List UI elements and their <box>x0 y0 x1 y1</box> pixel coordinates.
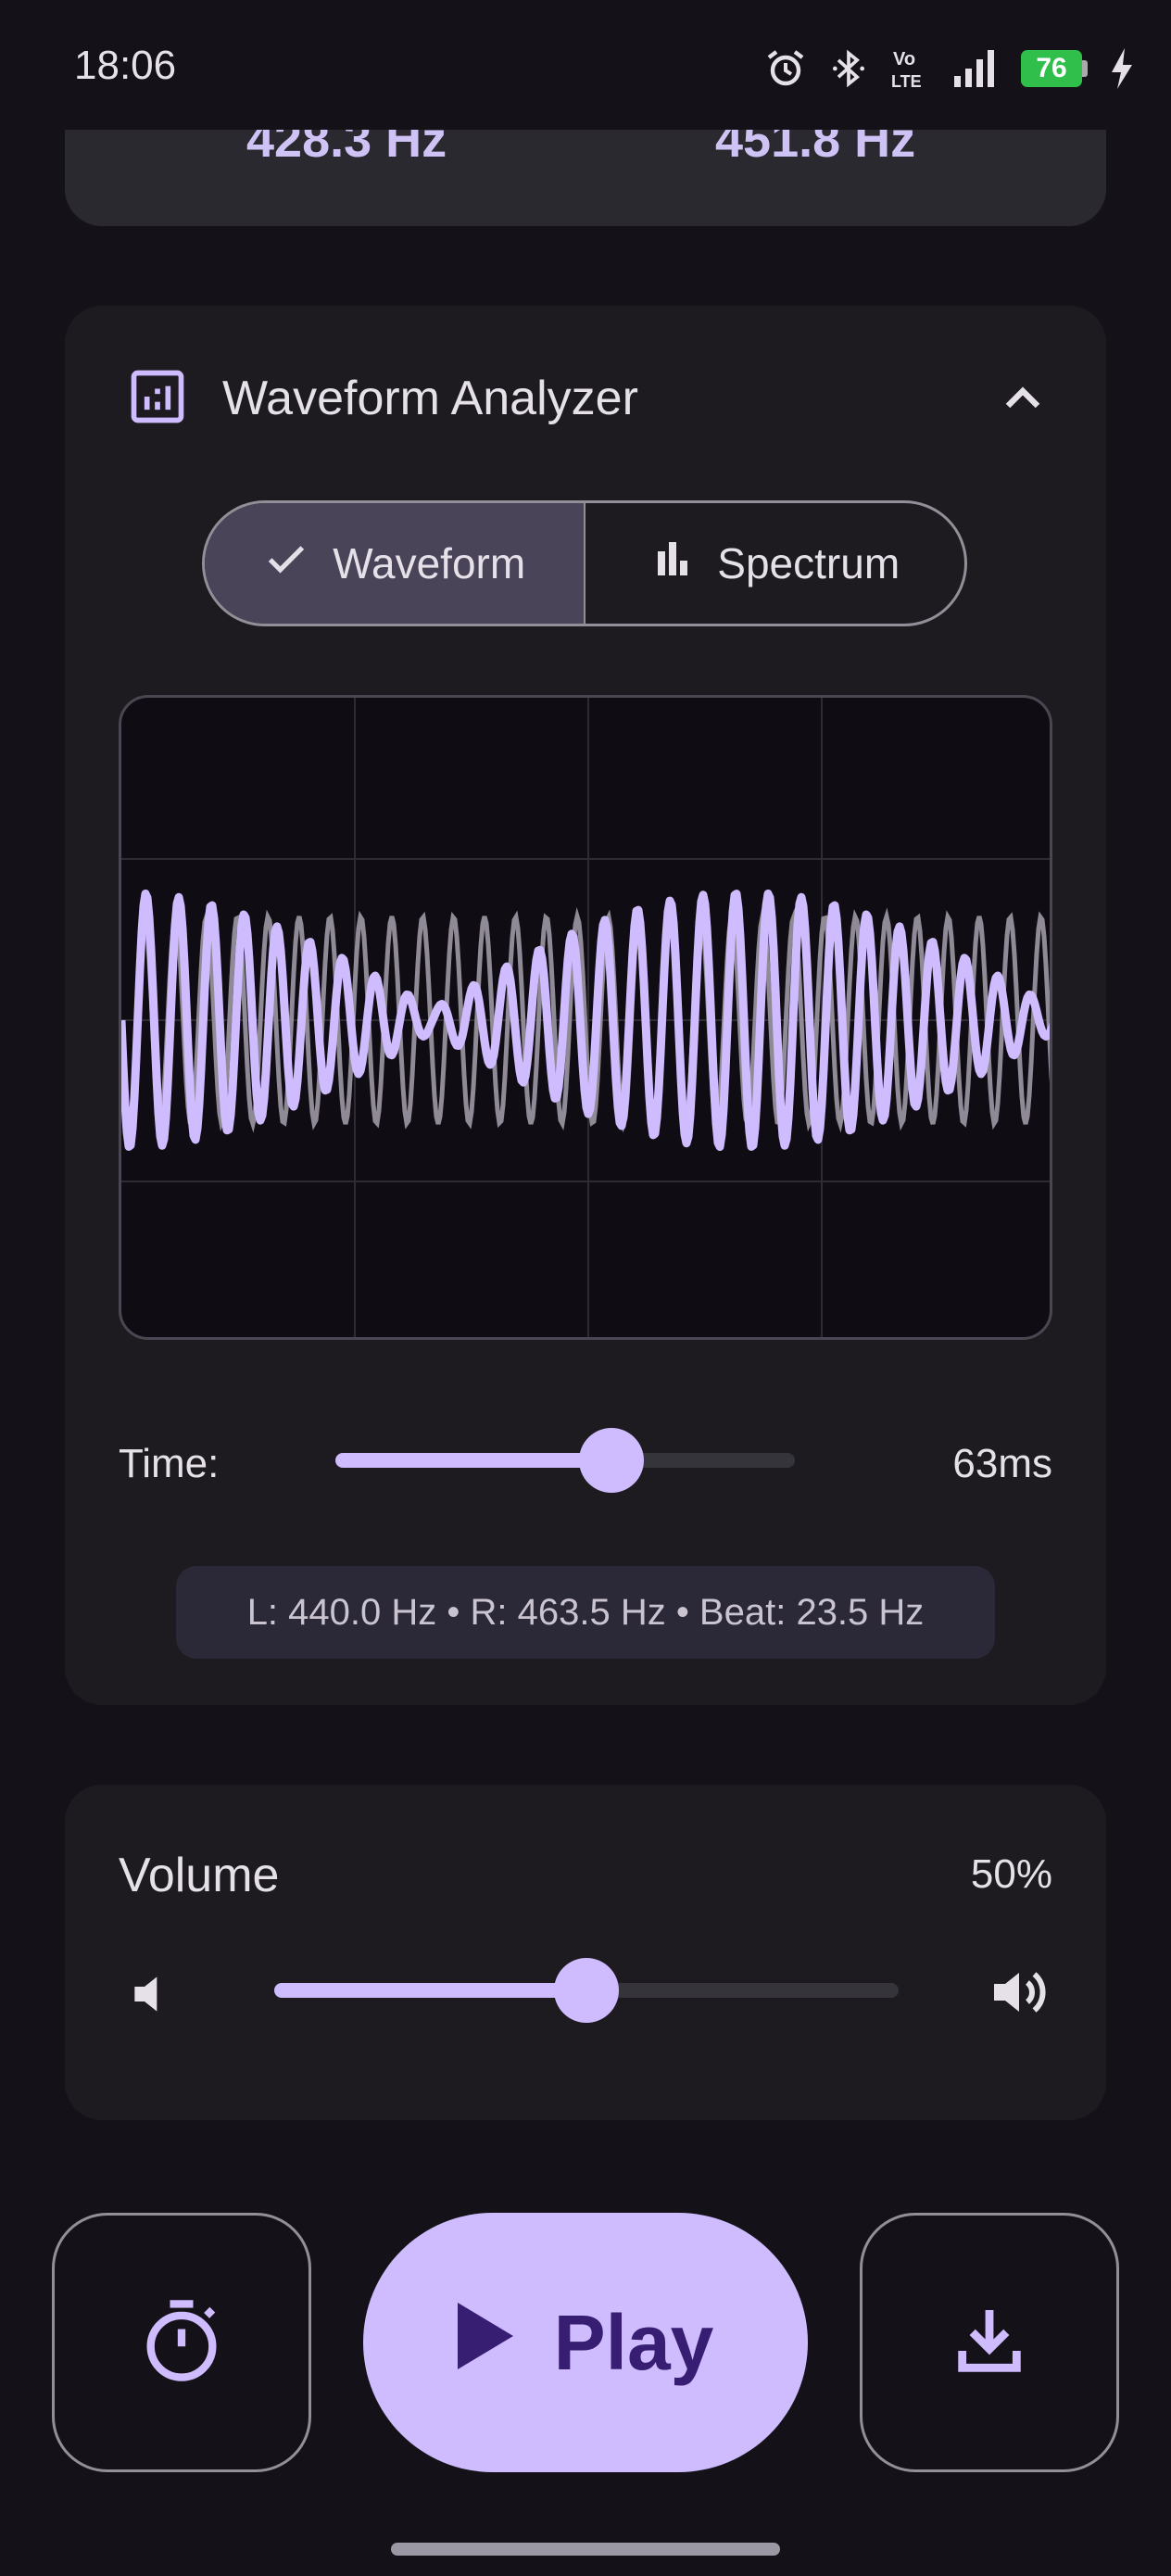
volume-up-icon[interactable] <box>986 1959 1052 2030</box>
timer-button[interactable] <box>52 2213 311 2472</box>
volume-slider[interactable] <box>274 1958 899 2023</box>
tab-spectrum-label: Spectrum <box>717 539 900 587</box>
analyzer-header[interactable]: Waveform Analyzer <box>126 361 1052 436</box>
view-toggle: Waveform Spectrum <box>202 500 967 626</box>
svg-text:Vo: Vo <box>893 49 915 69</box>
check-icon <box>262 535 310 593</box>
signal-icon <box>952 48 1001 89</box>
status-bar: 18:06 Vo LTE 76 <box>0 0 1171 130</box>
analyzer-icon <box>126 365 189 433</box>
bluetooth-icon <box>828 46 869 91</box>
volume-value: 50% <box>970 1851 1052 1897</box>
volume-down-icon[interactable] <box>122 1961 182 2032</box>
time-value: 63ms <box>952 1441 1052 1486</box>
bar-chart-icon <box>650 537 695 591</box>
time-slider[interactable] <box>335 1428 795 1493</box>
frequency-info-chip: L: 440.0 Hz • R: 463.5 Hz • Beat: 23.5 H… <box>176 1566 995 1659</box>
status-time: 18:06 <box>74 43 177 88</box>
frequency-card: 428.3 Hz 451.8 Hz <box>65 130 1106 226</box>
time-slider-fill <box>335 1453 611 1468</box>
download-icon <box>949 2300 1030 2386</box>
volume-slider-thumb[interactable] <box>554 1958 619 2023</box>
volume-card: Volume 50% <box>65 1785 1106 2120</box>
play-label: Play <box>553 2298 714 2386</box>
tab-spectrum[interactable]: Spectrum <box>586 503 964 624</box>
battery-icon: 76 <box>1021 50 1088 87</box>
svg-text:LTE: LTE <box>891 72 922 91</box>
home-indicator[interactable] <box>391 2543 780 2556</box>
battery-level: 76 <box>1021 50 1082 87</box>
left-frequency: 428.3 Hz <box>246 130 447 168</box>
download-button[interactable] <box>860 2213 1119 2472</box>
alarm-icon <box>763 46 808 91</box>
tab-waveform-label: Waveform <box>333 539 526 587</box>
play-icon <box>457 2298 513 2388</box>
chevron-up-icon[interactable] <box>993 369 1052 433</box>
play-button[interactable]: Play <box>363 2213 808 2472</box>
status-icons: Vo LTE 76 <box>763 43 1134 95</box>
waveform-display <box>119 695 1052 1340</box>
volume-slider-fill <box>274 1983 586 1998</box>
volte-icon: Vo LTE <box>889 46 932 91</box>
waveform-plot <box>121 698 1050 1337</box>
waveform-analyzer-card: Waveform Analyzer Waveform Spectrum Time… <box>65 306 1106 1705</box>
right-frequency: 451.8 Hz <box>715 130 916 168</box>
volume-label: Volume <box>119 1849 280 1902</box>
time-label: Time: <box>119 1441 220 1486</box>
time-slider-thumb[interactable] <box>578 1428 644 1493</box>
timer-icon <box>135 2294 228 2392</box>
charging-icon <box>1108 46 1134 91</box>
analyzer-title: Waveform Analyzer <box>222 372 638 425</box>
tab-waveform[interactable]: Waveform <box>205 503 584 624</box>
